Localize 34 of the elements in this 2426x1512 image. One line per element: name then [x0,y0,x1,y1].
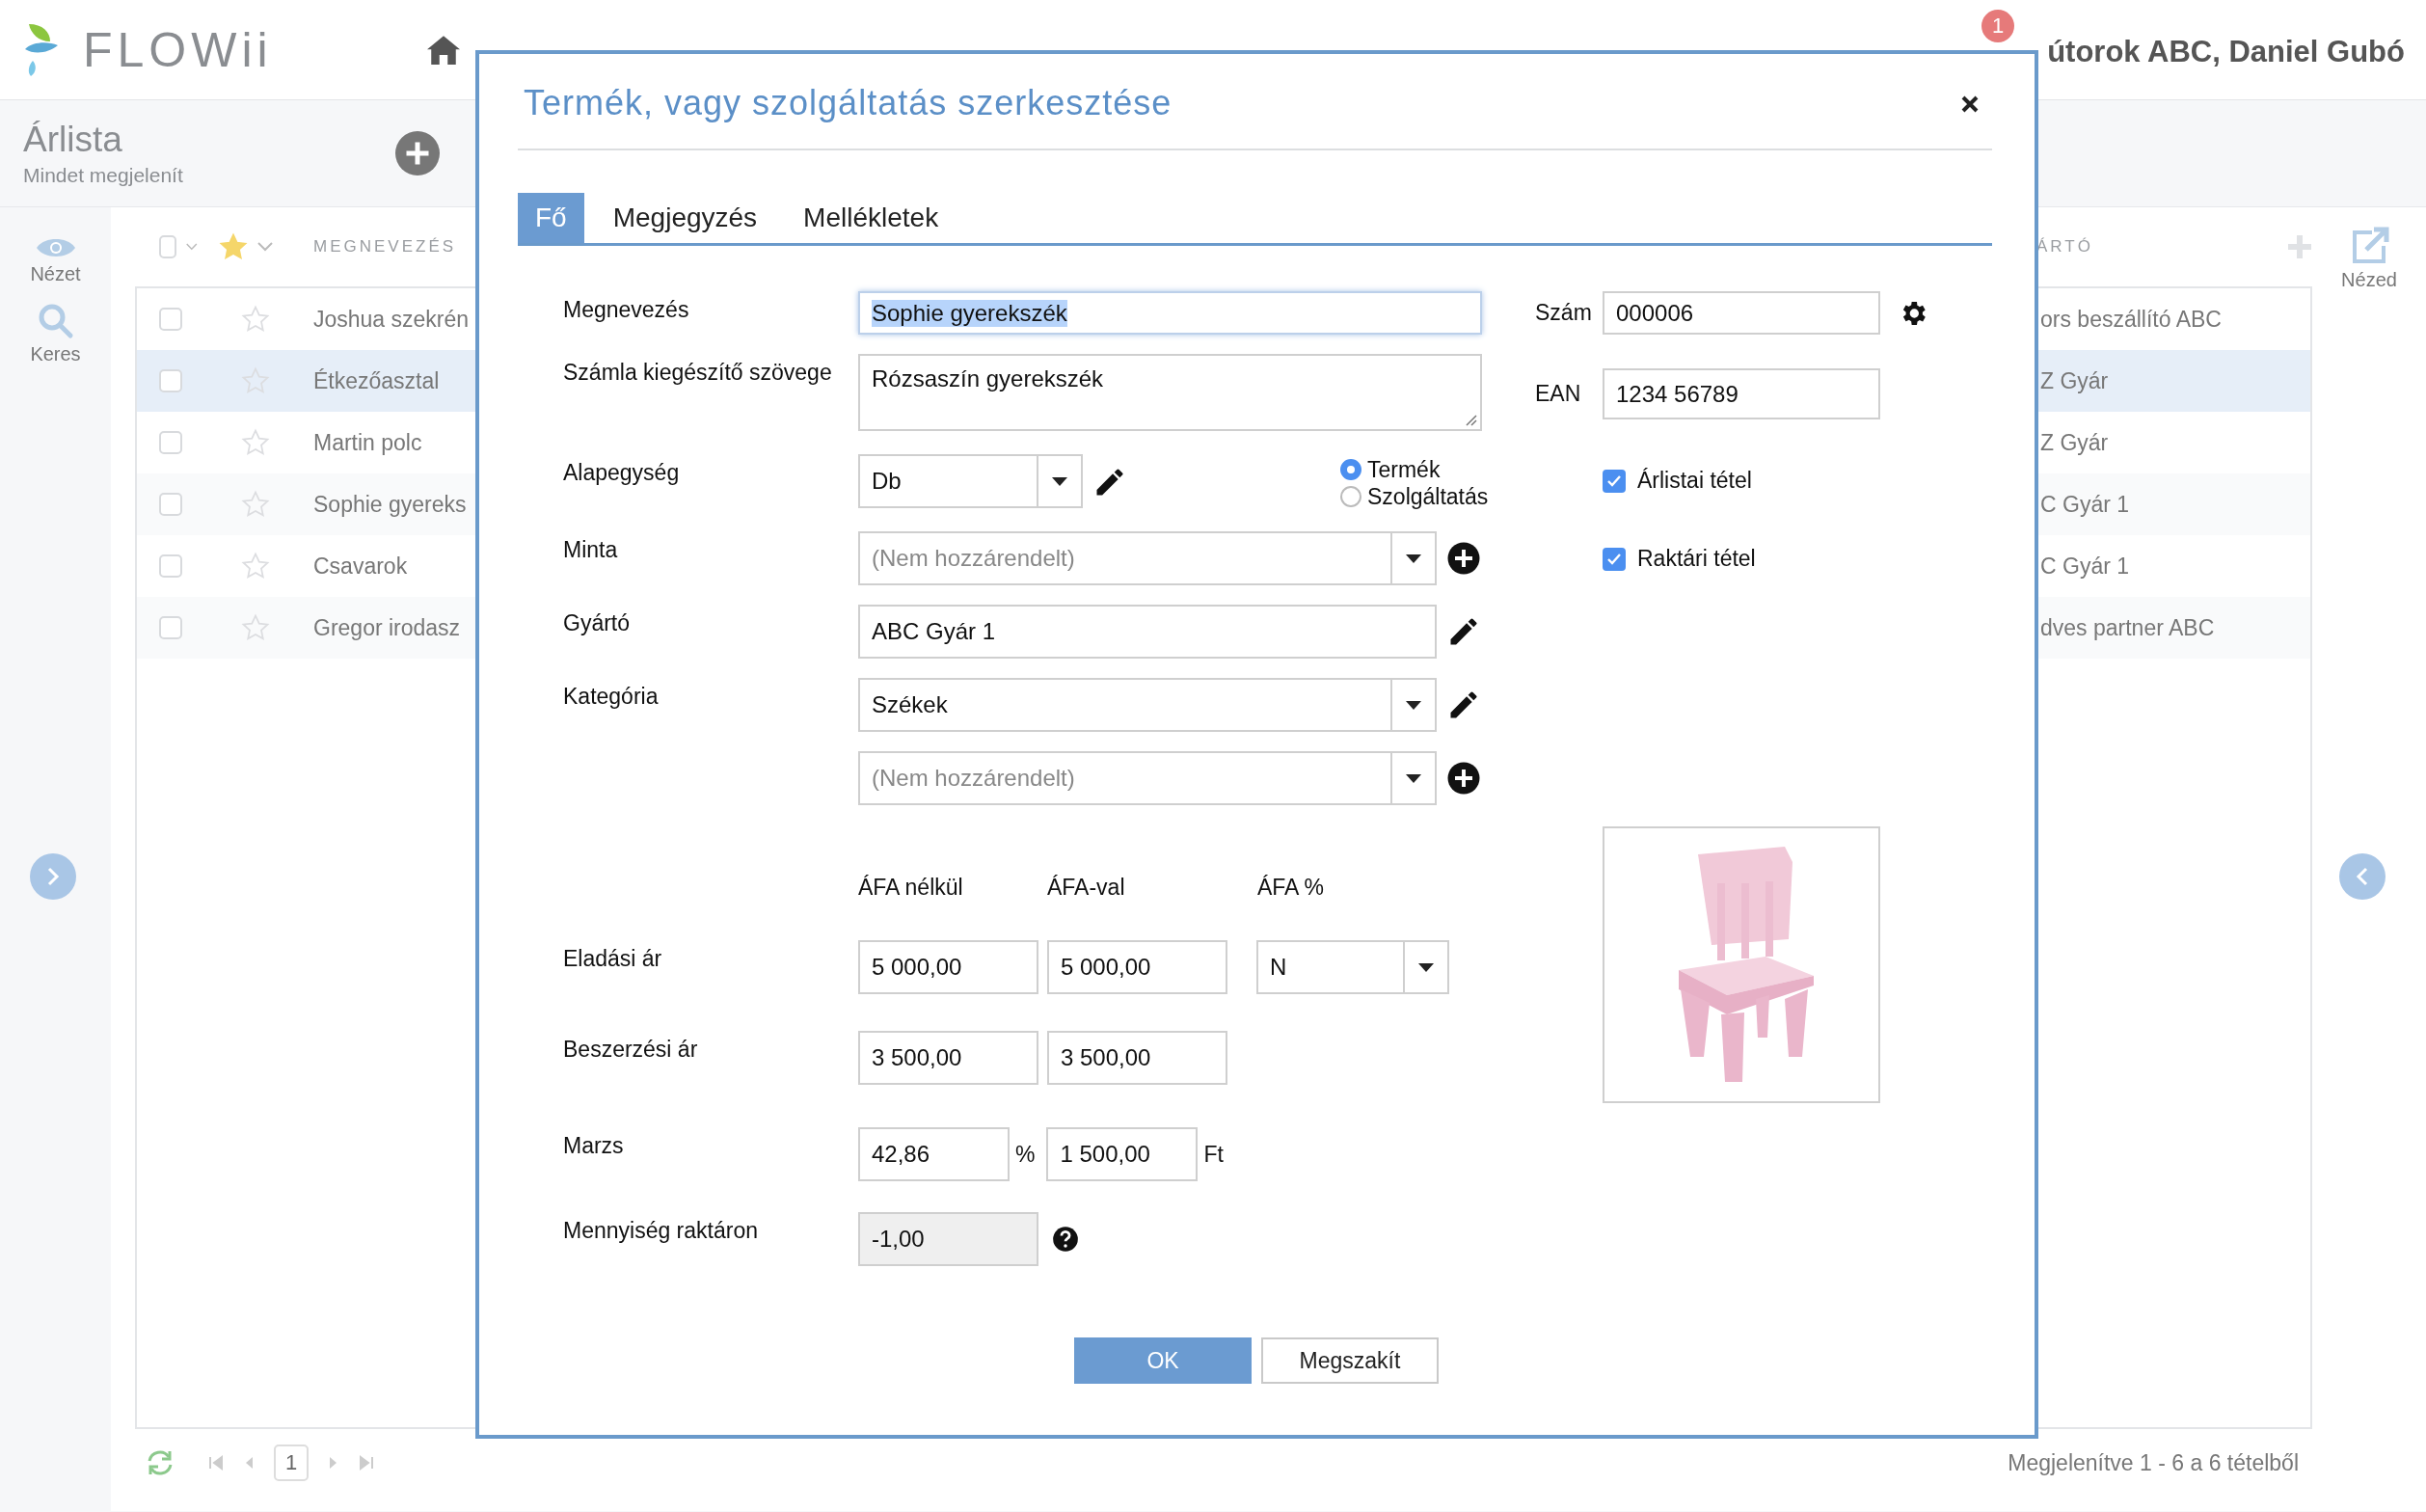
field-label: Alapegység [563,459,681,487]
field-label: Szám [1535,300,1593,326]
table-cell: Martin polc [313,429,422,456]
field-label: Megnevezés [563,296,690,324]
table-cell: Csavarok [313,553,408,580]
column-heading: ÁFA nélkül [858,875,964,901]
field-label: Beszerzési ár [563,1036,699,1064]
table-cell: Gregor irodasz [313,614,461,641]
table-cell: Joshua szekrén [313,306,470,333]
field-label: Eladási ár [563,945,663,973]
table-cell: Sophie gyereks [313,491,467,518]
table-cell-text: ors beszállító ABC [2039,306,2222,333]
field-label: Minta [563,536,619,564]
field-label: Számla kiegészítő szövege [563,359,833,387]
table-cell: Étkezőasztal [313,367,440,394]
column-heading: ÁFA-val [1047,875,1126,901]
unit-label: % [1015,1141,1036,1168]
column-heading: ÁFA % [1257,875,1326,901]
field-label: Gyártó [563,609,632,637]
notification-badge: 1 [1981,10,2015,42]
table-cell-text: Z Gyár [2039,367,2109,394]
unit-label: Ft [1203,1141,1224,1168]
page-title: Árlista [23,120,123,160]
table-cell-text: C Gyár 1 [2039,491,2130,518]
pagination-summary: Megjelenítve 1 - 6 a 6 tételből [2008,1449,2299,1476]
app-logo: FLOWii [83,21,273,78]
table-cell-text: dves partner ABC [2039,614,2215,641]
field-label: Marzs [563,1132,625,1160]
table-cell-text: Z Gyár [2039,429,2109,456]
field-label: EAN [1535,381,1582,407]
field-label: Kategória [563,683,660,711]
field-label: Mennyiség raktáron [563,1217,759,1245]
table-cell-text: C Gyár 1 [2039,553,2130,580]
dialog-title: Termék, vagy szolgáltatás szerkesztése [524,83,1173,123]
